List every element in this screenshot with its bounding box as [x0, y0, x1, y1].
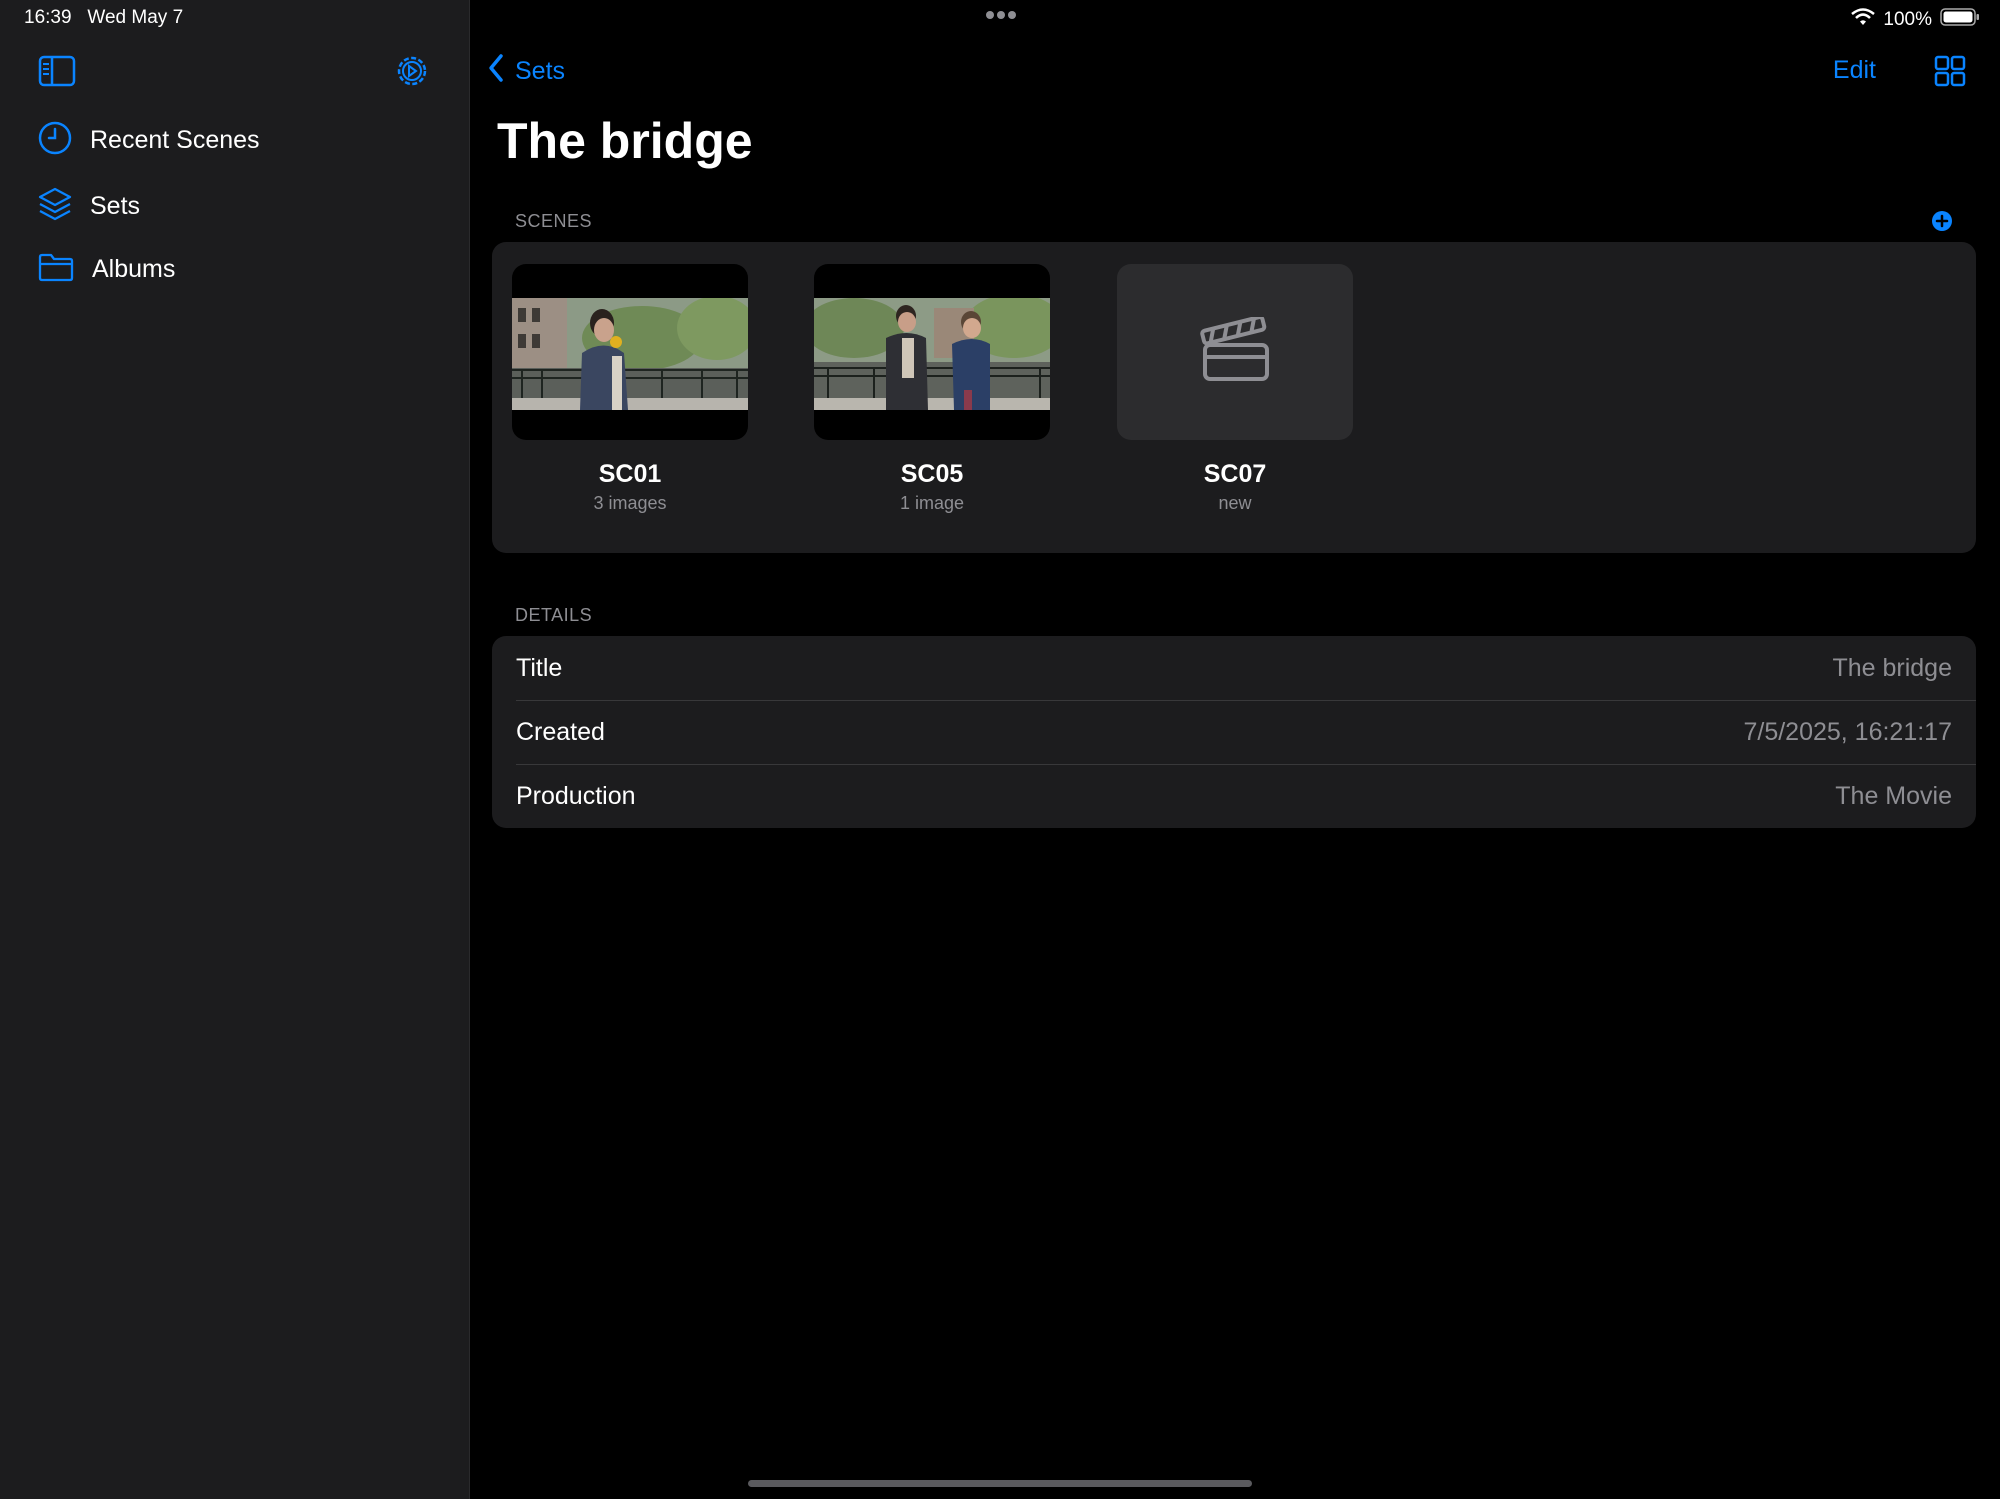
sidebar-toggle-icon[interactable] — [38, 55, 76, 92]
chevron-left-icon — [487, 53, 505, 90]
scene-image-count: 1 image — [899, 493, 965, 513]
sidebar: Recent Scenes Sets Albums — [0, 0, 470, 1499]
clapperboard-icon — [1199, 314, 1271, 388]
scenes-card: SC01 3 images SC05 1 image SC07 new — [492, 242, 1976, 553]
scene-status: new — [1218, 493, 1252, 513]
wifi-icon — [1851, 8, 1876, 32]
scene-thumbnail — [512, 264, 748, 440]
scene-thumbnail-placeholder — [1117, 264, 1353, 440]
battery-icon — [1940, 7, 1980, 33]
sidebar-item-label: Recent Scenes — [90, 125, 260, 154]
back-button[interactable]: Sets — [487, 53, 565, 90]
status-right: 100% — [1851, 7, 1980, 33]
scene-name: SC07 — [1203, 460, 1267, 488]
scene-tile-sc01[interactable]: SC01 3 images — [512, 264, 748, 514]
sidebar-item-sets[interactable]: Sets — [38, 182, 140, 230]
scene-name: SC05 — [900, 460, 964, 488]
details-key: Production — [516, 781, 636, 810]
layers-icon — [38, 186, 72, 227]
scene-photo-image — [512, 298, 748, 410]
details-key: Title — [516, 653, 563, 682]
home-indicator[interactable] — [748, 1480, 1252, 1487]
scene-tile-sc07[interactable]: SC07 new — [1117, 264, 1353, 514]
scene-image-count: 3 images — [593, 493, 667, 513]
details-row-title[interactable]: Title The bridge — [492, 636, 1976, 700]
sidebar-item-recent-scenes[interactable]: Recent Scenes — [38, 116, 260, 164]
folder-icon — [38, 252, 74, 287]
details-value: The Movie — [1835, 781, 1952, 810]
sidebar-item-label: Sets — [90, 191, 141, 220]
details-key: Created — [516, 717, 605, 746]
status-time: 16:39 Wed May 7 — [24, 7, 184, 28]
grid-view-icon[interactable] — [1934, 55, 1966, 92]
scene-name: SC01 — [598, 460, 662, 488]
settings-gear-icon[interactable] — [395, 54, 429, 93]
sidebar-item-albums[interactable]: Albums — [38, 245, 175, 293]
page-title: The bridge — [497, 113, 753, 169]
details-row-created[interactable]: Created 7/5/2025, 16:21:17 — [492, 700, 1976, 764]
scenes-section-header: SCENES — [515, 211, 593, 231]
details-row-production[interactable]: Production The Movie — [492, 764, 1976, 828]
back-button-label: Sets — [515, 57, 566, 85]
scene-thumbnail — [814, 264, 1050, 440]
edit-button[interactable]: Edit — [1833, 56, 1876, 85]
scene-photo-image — [814, 298, 1050, 410]
scene-tile-sc05[interactable]: SC05 1 image — [814, 264, 1050, 514]
clock-icon — [38, 121, 72, 160]
details-section-header: DETAILS — [515, 605, 593, 625]
multitasking-dots-icon[interactable] — [985, 8, 1017, 26]
details-value: The bridge — [1832, 653, 1952, 682]
details-card: Title The bridge Created 7/5/2025, 16:21… — [492, 636, 1976, 828]
battery-percent: 100% — [1883, 9, 1932, 30]
add-scene-plus-icon[interactable] — [1932, 211, 1952, 236]
details-value: 7/5/2025, 16:21:17 — [1743, 717, 1952, 746]
sidebar-item-label: Albums — [92, 254, 176, 283]
